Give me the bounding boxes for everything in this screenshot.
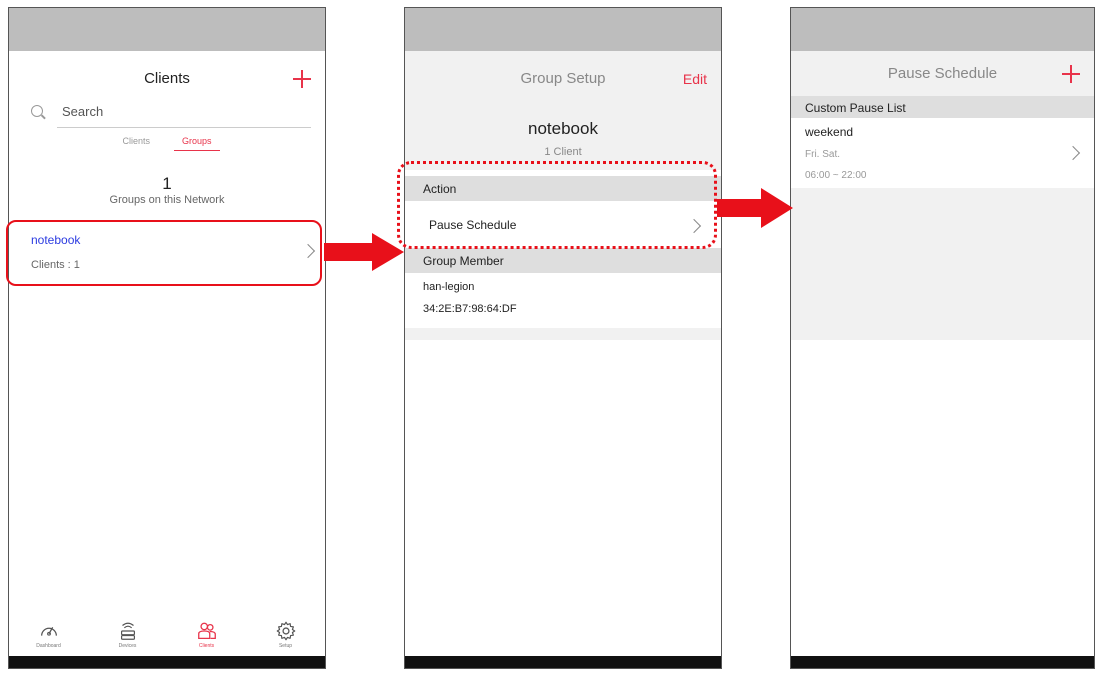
group-setup-screen: Group Setup Edit notebook 1 Client Actio… xyxy=(404,7,722,669)
group-count-label: Groups on this Network xyxy=(109,194,225,206)
schedule-name: weekend xyxy=(805,125,854,139)
list-footer xyxy=(405,328,721,340)
add-icon[interactable] xyxy=(1062,64,1080,83)
arrow-right-icon xyxy=(717,188,793,228)
status-bar xyxy=(405,8,721,51)
tab-groups[interactable]: Groups xyxy=(174,136,220,151)
system-nav-bar xyxy=(9,656,325,668)
search-field[interactable]: Search xyxy=(29,98,311,128)
tab-dashboard[interactable]: Dashboard xyxy=(19,620,79,649)
highlight-box-group-row xyxy=(6,220,322,286)
search-input[interactable]: Search xyxy=(62,104,103,119)
search-underline xyxy=(57,127,311,128)
router-icon xyxy=(120,622,135,640)
section-header-group-member: Group Member xyxy=(405,248,721,273)
group-name: notebook xyxy=(528,119,598,138)
tab-label: Clients xyxy=(198,642,215,649)
page-title: Clients xyxy=(144,70,190,87)
tab-setup[interactable]: Setup xyxy=(256,620,316,649)
status-bar xyxy=(9,8,325,51)
section-label: Group Member xyxy=(423,254,504,268)
member-name: han-legion xyxy=(423,281,475,293)
section-header-custom-pause-list: Custom Pause List xyxy=(791,96,1094,118)
system-nav-bar xyxy=(405,656,721,668)
group-client-count: 1 Client xyxy=(544,146,582,158)
member-mac: 34:2E:B7:98:64:DF xyxy=(423,303,517,315)
tab-label: Devices xyxy=(118,642,137,649)
bottom-tab-bar: Dashboard Devices Clients Setup xyxy=(9,612,325,656)
speedometer-icon xyxy=(40,626,57,636)
highlight-box-pause-schedule xyxy=(397,161,717,249)
chevron-right-icon xyxy=(1065,145,1081,161)
nav-bar: Pause Schedule xyxy=(791,51,1094,96)
arrow-right-icon xyxy=(324,233,404,271)
schedule-row-weekend[interactable]: weekend Fri. Sat. 06:00 ~ 22:00 xyxy=(791,118,1094,188)
people-icon xyxy=(197,622,216,639)
list-footer xyxy=(791,188,1094,340)
tab-clients[interactable]: Clients xyxy=(114,136,158,150)
pause-schedule-screen: Pause Schedule Custom Pause List weekend… xyxy=(790,7,1095,669)
tab-clients-nav[interactable]: Clients xyxy=(177,620,237,649)
add-icon[interactable] xyxy=(293,69,311,88)
clients-screen: Clients Search Clients Groups 1 Groups on… xyxy=(8,7,326,669)
tab-label: Setup xyxy=(278,642,293,649)
page-title: Group Setup xyxy=(520,70,606,87)
schedule-days: Fri. Sat. xyxy=(805,149,841,160)
tab-devices[interactable]: Devices xyxy=(98,620,158,649)
group-count: 1 xyxy=(162,174,172,193)
search-icon xyxy=(31,105,43,117)
status-bar xyxy=(791,8,1094,51)
schedule-time: 06:00 ~ 22:00 xyxy=(805,170,867,181)
edit-button[interactable]: Edit xyxy=(683,71,707,87)
member-row[interactable]: han-legion 34:2E:B7:98:64:DF xyxy=(405,273,721,328)
gear-icon xyxy=(276,621,295,640)
tab-label: Dashboard xyxy=(36,642,61,649)
segment-tabs: Clients Groups xyxy=(9,136,325,158)
page-title: Pause Schedule xyxy=(887,65,998,82)
nav-bar: Group Setup Edit xyxy=(405,51,721,106)
system-nav-bar xyxy=(791,656,1094,668)
section-label: Custom Pause List xyxy=(805,101,906,115)
